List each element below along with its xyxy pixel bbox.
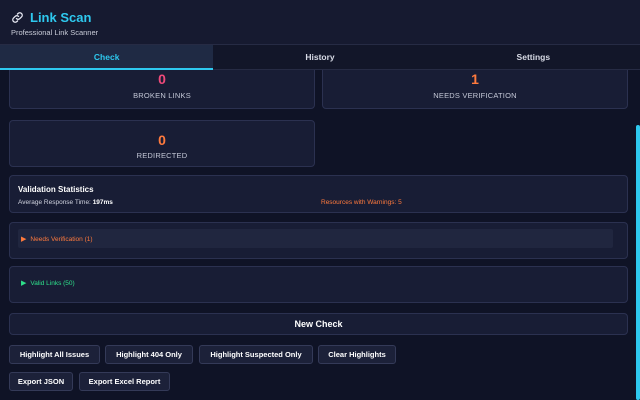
average-response-time: Average Response Time: 197ms xyxy=(18,199,113,206)
validation-statistics-title: Validation Statistics xyxy=(18,185,94,194)
resources-with-warnings: Resources with Warnings: 5 xyxy=(321,199,402,206)
valid-links-toggle[interactable]: ▶ Valid Links (50) xyxy=(21,274,75,292)
tab-bar: Check History Settings xyxy=(0,45,640,70)
needs-verification-label: NEEDS VERIFICATION xyxy=(433,91,517,100)
redirected-label: REDIRECTED xyxy=(136,151,188,160)
needs-verification-bar xyxy=(18,229,613,248)
needs-verification-count: 1 xyxy=(471,71,479,87)
tab-history[interactable]: History xyxy=(213,45,426,69)
stat-card-broken-links: 0 BROKEN LINKS xyxy=(9,70,315,109)
valid-links-title: Valid Links (50) xyxy=(30,279,75,287)
app-header: Link Scan Professional Link Scanner xyxy=(0,0,640,45)
export-json-button[interactable]: Export JSON xyxy=(9,372,73,391)
broken-links-count: 0 xyxy=(158,71,166,87)
tab-settings[interactable]: Settings xyxy=(427,45,640,69)
check-panel: 0 BROKEN LINKS 1 NEEDS VERIFICATION 0 RE… xyxy=(0,70,640,400)
link-icon xyxy=(11,11,24,24)
expand-triangle-icon: ▶ xyxy=(21,280,27,287)
average-response-time-label: Average Response Time: xyxy=(18,199,91,206)
stat-card-needs-verification: 1 NEEDS VERIFICATION xyxy=(322,70,628,109)
needs-verification-section: ▶ Needs Verification (1) xyxy=(9,222,628,259)
redirected-count: 0 xyxy=(158,132,166,148)
highlight-all-issues-button[interactable]: Highlight All Issues xyxy=(9,345,100,364)
stat-card-redirected: 0 REDIRECTED xyxy=(9,120,315,167)
scrollbar-thumb[interactable] xyxy=(636,125,640,400)
highlight-404-only-button[interactable]: Highlight 404 Only xyxy=(105,345,193,364)
export-excel-report-button[interactable]: Export Excel Report xyxy=(79,372,170,391)
clear-highlights-button[interactable]: Clear Highlights xyxy=(318,345,396,364)
highlight-suspected-only-button[interactable]: Highlight Suspected Only xyxy=(199,345,313,364)
tab-check[interactable]: Check xyxy=(0,45,214,70)
broken-links-label: BROKEN LINKS xyxy=(133,91,191,100)
needs-verification-toggle[interactable]: ▶ Needs Verification (1) xyxy=(21,230,93,248)
needs-verification-title: Needs Verification (1) xyxy=(30,235,93,243)
app-subtitle: Professional Link Scanner xyxy=(11,28,99,37)
validation-statistics-card: Validation Statistics Average Response T… xyxy=(9,175,628,213)
app-title: Link Scan xyxy=(11,10,91,25)
average-response-time-value: 197ms xyxy=(92,199,113,206)
new-check-button[interactable]: New Check xyxy=(9,313,628,335)
expand-triangle-icon: ▶ xyxy=(21,236,27,243)
app-title-text: Link Scan xyxy=(30,10,92,25)
valid-links-section: ▶ Valid Links (50) xyxy=(9,266,628,303)
